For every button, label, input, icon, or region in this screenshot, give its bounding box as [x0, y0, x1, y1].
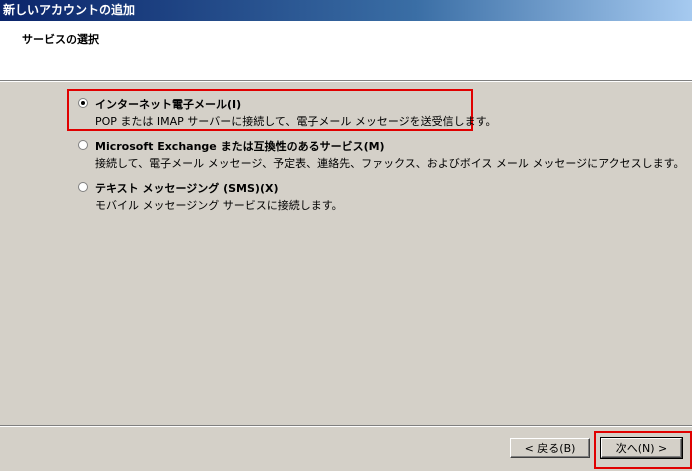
page-title: サービスの選択: [22, 33, 99, 46]
back-button[interactable]: < 戻る(B): [510, 438, 590, 458]
radio-internet-email[interactable]: [78, 98, 88, 108]
option-description: POP または IMAP サーバーに接続して、電子メール メッセージを送受信しま…: [95, 115, 497, 128]
option-label[interactable]: Microsoft Exchange または互換性のあるサービス(M): [95, 138, 385, 154]
option-label[interactable]: テキスト メッセージング (SMS)(X): [95, 180, 279, 196]
header-divider: [0, 81, 692, 82]
radio-sms[interactable]: [78, 182, 88, 192]
next-button[interactable]: 次へ(N) >: [600, 437, 683, 459]
footer-divider-highlight: [0, 426, 692, 427]
window-title: 新しいアカウントの追加: [0, 0, 692, 21]
radio-selected-dot: [81, 101, 85, 105]
radio-exchange[interactable]: [78, 140, 88, 150]
option-description: モバイル メッセージング サービスに接続します。: [95, 199, 343, 212]
wizard-header: サービスの選択: [0, 21, 692, 81]
option-label[interactable]: インターネット電子メール(I): [95, 96, 241, 112]
option-description: 接続して、電子メール メッセージ、予定表、連絡先、ファックス、およびボイス メー…: [95, 157, 685, 170]
